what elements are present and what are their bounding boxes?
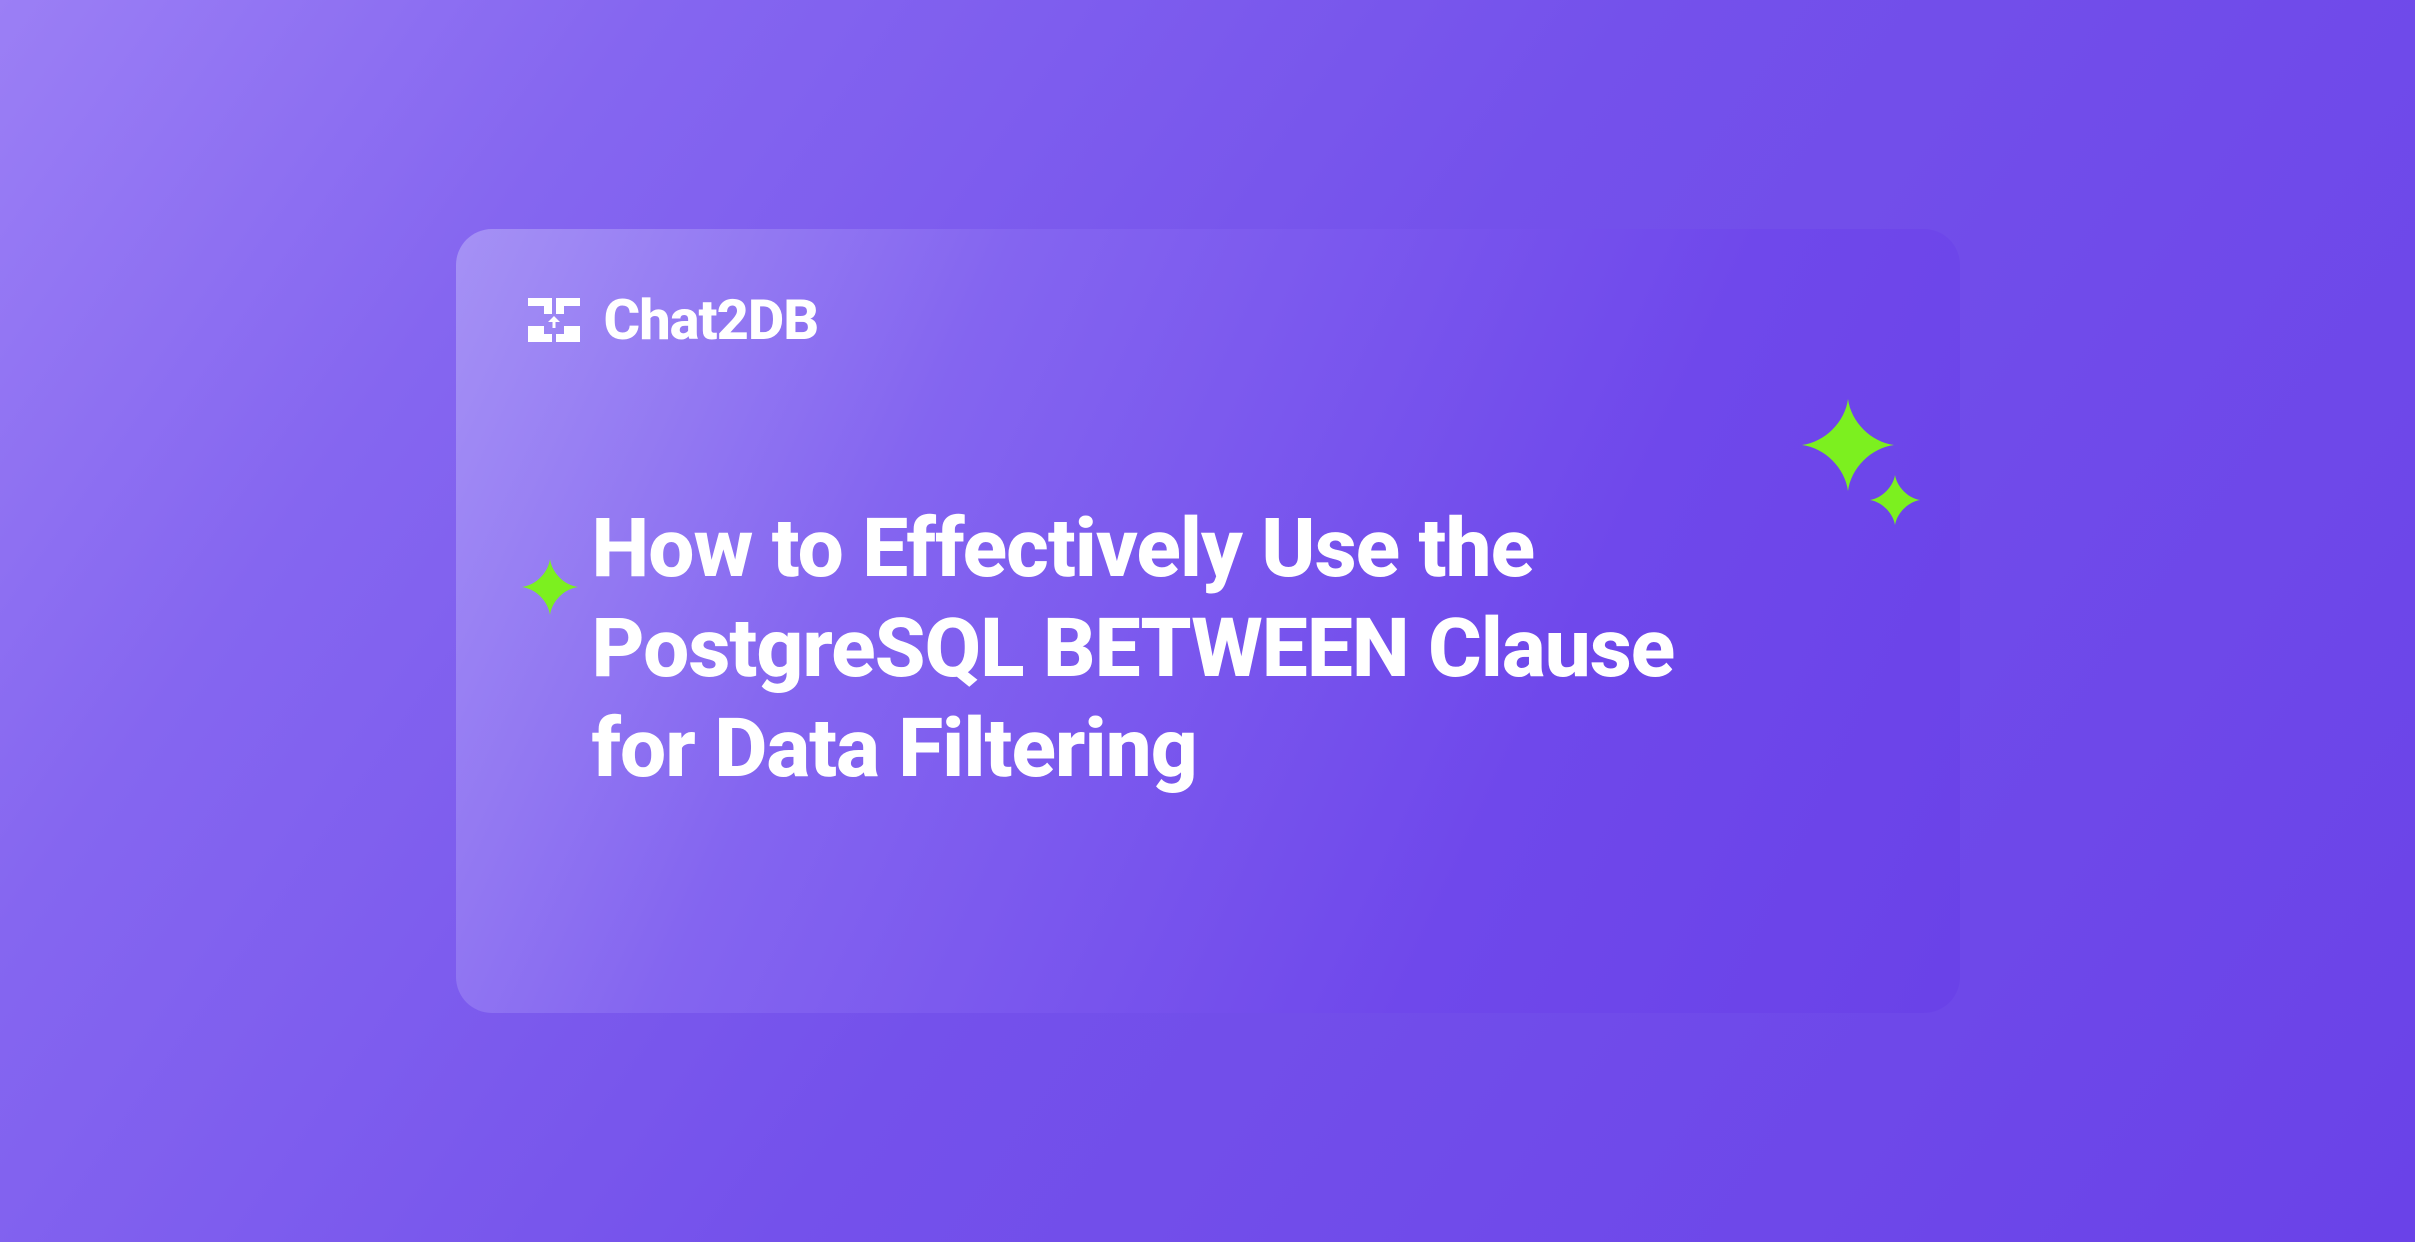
chat2db-logo-icon: [522, 288, 586, 352]
brand-name: Chat2DB: [604, 287, 819, 353]
headline-text: How to Effectively Use the PostgreSQL BE…: [592, 499, 1790, 799]
brand-logo: Chat2DB: [522, 287, 819, 353]
promo-card: Chat2DB How to Effectively Use the Postg…: [0, 0, 2415, 1242]
sparkle-icon: [522, 559, 578, 615]
sparkle-icon: [1870, 475, 1920, 525]
inner-card: Chat2DB How to Effectively Use the Postg…: [456, 229, 1960, 1013]
